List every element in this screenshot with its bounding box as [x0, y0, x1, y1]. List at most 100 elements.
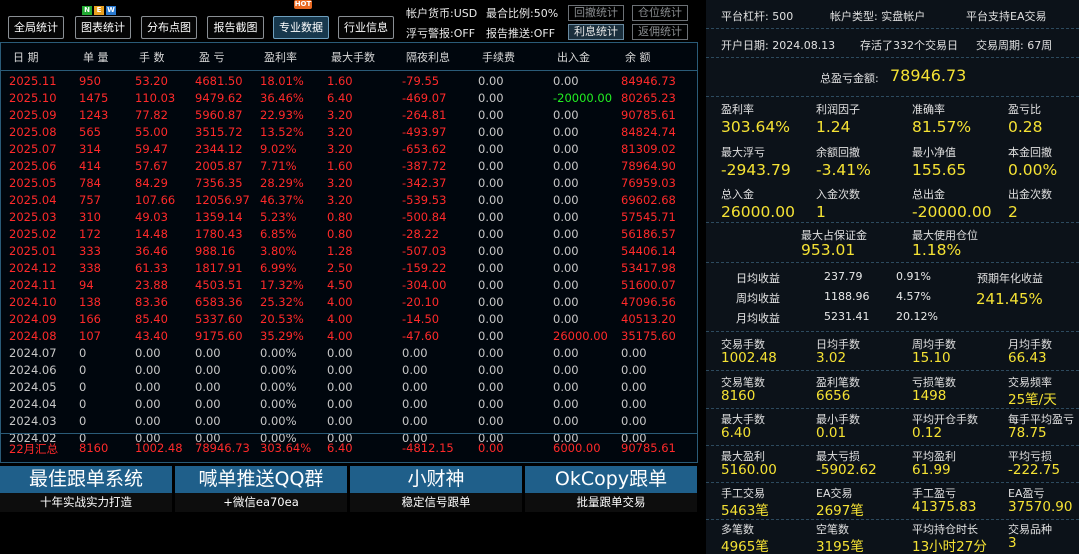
table-row[interactable]: 2024.12 338 61.33 1817.91 6.99% 2.50 -159.22 0.… [1, 260, 697, 277]
cell-deposit: 0.00 [553, 278, 579, 292]
header-profit-rate: 盈利率 [264, 51, 297, 64]
cell-commission: 0.00 [478, 414, 504, 428]
stat-value: -222.75 [1008, 462, 1061, 478]
table-row[interactable]: 2024.10 138 83.36 6583.36 25.32% 4.00 -20.10 0.… [1, 294, 697, 311]
table-row[interactable]: 2024.03 0 0.00 0.00 0.00% 0.00 0.00 0.00 0.00 0.0… [1, 413, 697, 430]
stat-value: 13小时27分 [912, 539, 987, 554]
table-row[interactable]: 2025.07 314 59.47 2344.12 9.02% 3.20 -653.62 0.… [1, 141, 697, 158]
cell-swap: 0.00 [402, 346, 428, 360]
cell-profit: 1817.91 [195, 261, 243, 275]
industry-info-button[interactable]: 行业信息 [338, 16, 394, 39]
table-row[interactable]: 2025.06 414 57.67 2005.87 7.71% 1.60 -387.72 0.… [1, 158, 697, 175]
cell-deposit: 0.00 [553, 244, 579, 258]
cell-date: 2024.04 [9, 397, 57, 411]
cell-max-lots: 1.60 [327, 74, 353, 88]
cell-profit-rate: 25.32% [260, 295, 304, 309]
summary-date: 22月汇总 [9, 442, 59, 456]
ad-banner-best-copy-system[interactable]: 最佳跟单系统 十年实战实力打造 [0, 466, 172, 512]
stat-label: 出金次数 [1008, 188, 1052, 201]
cell-deposit: 0.00 [553, 142, 579, 156]
table-row[interactable]: 2024.07 0 0.00 0.00 0.00% 0.00 0.00 0.00 0.00 0.0… [1, 345, 697, 362]
scatter-plot-button[interactable]: 分布点图 [141, 16, 197, 39]
ad-banner-okcopy[interactable]: OkCopy跟单 批量跟单交易 [525, 466, 697, 512]
float-loss-alarm[interactable]: 浮亏警报:OFF [406, 25, 475, 41]
divider [706, 222, 1079, 223]
stat-value: 78.75 [1008, 425, 1047, 441]
cell-profit-rate: 0.00% [260, 380, 297, 394]
cell-orders: 94 [79, 278, 94, 292]
stat-label: 最大浮亏 [721, 146, 765, 159]
position-stats-button[interactable]: 仓位统计 [632, 5, 688, 21]
table-row[interactable]: 2024.04 0 0.00 0.00 0.00% 0.00 0.00 0.00 0.00 0.0… [1, 396, 697, 413]
table-row[interactable]: 2024.08 107 43.40 9175.60 35.29% 4.00 -47.60 0.… [1, 328, 697, 345]
table-row[interactable]: 2025.05 784 84.29 7356.35 28.29% 3.20 -342.37 0… [1, 175, 697, 192]
stat-value: 5160.00 [721, 462, 777, 478]
cell-profit: 0.00 [195, 363, 221, 377]
cell-deposit: 0.00 [553, 295, 579, 309]
interest-stats-button[interactable]: 利息统计 [568, 24, 624, 40]
cell-commission: 0.00 [478, 108, 504, 122]
report-push-status[interactable]: 报告推送:OFF [486, 25, 555, 41]
cell-swap: -47.60 [402, 329, 440, 343]
cell-max-lots: 4.00 [327, 329, 353, 343]
table-row[interactable]: 2025.01 333 36.46 988.16 3.80% 1.28 -507.03 0.0… [1, 243, 697, 260]
stat-value: 155.65 [912, 161, 967, 179]
table-row[interactable]: 2025.04 757 107.66 12056.97 46.37% 3.20 -539.5… [1, 192, 697, 209]
header-commission: 手续费 [482, 51, 515, 64]
cell-deposit: 26000.00 [553, 329, 608, 343]
cell-date: 2025.11 [9, 74, 57, 88]
header-max-lots: 最大手数 [331, 51, 375, 64]
cell-swap: -387.72 [402, 159, 447, 173]
ad-banner-qq-signal-group[interactable]: 喊单推送QQ群 +微信ea70ea [175, 466, 347, 512]
report-screenshot-button[interactable]: 报告截图 [207, 16, 264, 39]
table-row[interactable]: 2024.09 166 85.40 5337.60 20.53% 4.00 -14.50 0.… [1, 311, 697, 328]
cell-orders: 138 [79, 295, 101, 309]
cell-date: 2024.07 [9, 346, 57, 360]
cell-commission: 0.00 [478, 125, 504, 139]
cell-balance: 69602.68 [621, 193, 676, 207]
table-row[interactable]: 2025.03 310 49.03 1359.14 5.23% 0.80 -500.84 0.… [1, 209, 697, 226]
cell-date: 2024.11 [9, 278, 57, 292]
pro-data-button[interactable]: 专业数据 [273, 16, 329, 39]
cell-profit-rate: 9.02% [260, 142, 297, 156]
ad-title: OkCopy跟单 [554, 468, 668, 490]
table-row[interactable]: 2025.02 172 14.48 1780.43 6.85% 0.80 -28.22 0.0… [1, 226, 697, 243]
table-row[interactable]: 2024.11 94 23.88 4503.51 17.32% 4.50 -304.00 0.… [1, 277, 697, 294]
cell-deposit: -20000.00 [553, 91, 613, 105]
rebate-stats-button[interactable]: 返佣统计 [632, 24, 688, 40]
cell-commission: 0.00 [478, 312, 504, 326]
stat-value: 15.10 [912, 350, 951, 366]
return-amount: 1188.96 [824, 290, 870, 303]
chart-stats-button[interactable]: 图表统计 [75, 16, 131, 39]
cell-date: 2025.05 [9, 176, 57, 190]
cell-balance: 47096.56 [621, 295, 676, 309]
cell-balance: 78964.90 [621, 159, 676, 173]
cell-commission: 0.00 [478, 193, 504, 207]
global-stats-button[interactable]: 全局统计 [8, 16, 64, 39]
cell-balance: 0.00 [621, 414, 647, 428]
margin-value: 953.01 [801, 241, 856, 259]
cell-orders: 338 [79, 261, 101, 275]
table-row[interactable]: 2025.08 565 55.00 3515.72 13.52% 3.20 -493.97 0… [1, 124, 697, 141]
stat-label: 准确率 [912, 103, 945, 116]
table-row[interactable]: 2025.11 950 53.20 4681.50 18.01% 1.60 -79.55 0.… [1, 73, 697, 90]
cell-balance: 84946.73 [621, 74, 676, 88]
cell-profit-rate: 28.29% [260, 176, 304, 190]
table-row[interactable]: 2024.06 0 0.00 0.00 0.00% 0.00 0.00 0.00 0.00 0.0… [1, 362, 697, 379]
table-row[interactable]: 2025.10 1475 110.03 9479.62 36.46% 6.40 -469.0… [1, 90, 697, 107]
table-row[interactable]: 2025.09 1243 77.82 5960.87 22.93% 3.20 -264.81… [1, 107, 697, 124]
stat-value: 66.43 [1008, 350, 1047, 366]
cell-commission: 0.00 [478, 91, 504, 105]
cell-commission: 0.00 [478, 244, 504, 258]
cell-profit-rate: 6.85% [260, 227, 297, 241]
cell-commission: 0.00 [478, 329, 504, 343]
drawdown-stats-button[interactable]: 回撤统计 [568, 5, 624, 21]
table-row[interactable]: 2024.05 0 0.00 0.00 0.00% 0.00 0.00 0.00 0.00 0.0… [1, 379, 697, 396]
ad-banner-xiaocaishen[interactable]: 小财神 稳定信号跟单 [350, 466, 522, 512]
cell-swap: -493.97 [402, 125, 447, 139]
cell-profit-rate: 0.00% [260, 363, 297, 377]
cell-date: 2025.08 [9, 125, 57, 139]
cell-profit-rate: 7.71% [260, 159, 297, 173]
cell-lots: 53.20 [135, 74, 168, 88]
cell-balance: 54406.14 [621, 244, 676, 258]
